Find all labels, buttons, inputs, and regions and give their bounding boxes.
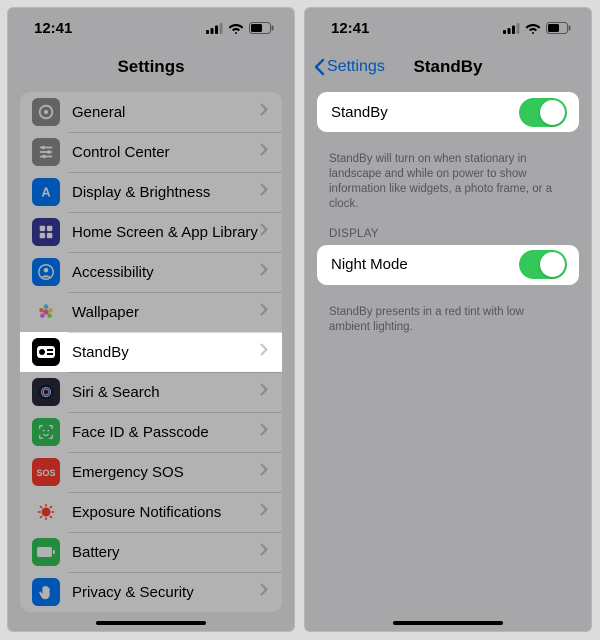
row-label: Privacy & Security (72, 584, 260, 601)
chevron-right-icon (260, 583, 268, 601)
standby-toggle-group: StandBy (317, 92, 579, 132)
display-icon: A (32, 178, 60, 206)
row-label: Battery (72, 544, 260, 561)
nav-bar: Settings StandBy (305, 48, 591, 86)
settings-group-1: General Control Center A Display & Brightne… (20, 92, 282, 612)
nightmode-toggle-row[interactable]: Night Mode (317, 245, 579, 285)
page-title: Settings (117, 57, 184, 77)
nightmode-toggle-group: Night Mode (317, 245, 579, 285)
nightmode-toggle-label: Night Mode (331, 256, 519, 273)
sliders-icon (32, 138, 60, 166)
chevron-right-icon (260, 183, 268, 201)
row-label: Emergency SOS (72, 464, 260, 481)
chevron-right-icon (260, 423, 268, 441)
row-label: Home Screen & App Library (72, 224, 260, 241)
settings-row-battery[interactable]: Battery (20, 532, 282, 572)
chevron-right-icon (260, 223, 268, 241)
status-time: 12:41 (34, 20, 72, 37)
row-label: Display & Brightness (72, 184, 260, 201)
person-icon (32, 258, 60, 286)
standby-icon (32, 338, 60, 366)
standby-toggle-label: StandBy (331, 104, 519, 121)
settings-row-home-screen[interactable]: Home Screen & App Library (20, 212, 282, 252)
settings-row-accessibility[interactable]: Accessibility (20, 252, 282, 292)
home-indicator (393, 621, 503, 625)
chevron-right-icon (260, 463, 268, 481)
chevron-left-icon (313, 58, 325, 76)
svg-text:SOS: SOS (36, 468, 55, 478)
hand-icon (32, 578, 60, 606)
battery-icon (249, 22, 274, 34)
cellular-icon (206, 23, 223, 34)
row-label: Accessibility (72, 264, 260, 281)
standby-screen: 12:41 Settings StandBy StandBy StandBy w… (304, 7, 592, 632)
back-button[interactable]: Settings (313, 58, 385, 76)
chevron-right-icon (260, 343, 268, 361)
settings-row-standby[interactable]: StandBy (20, 332, 282, 372)
row-label: Control Center (72, 144, 260, 161)
settings-row-wallpaper[interactable]: Wallpaper (20, 292, 282, 332)
grid-icon (32, 218, 60, 246)
status-time: 12:41 (331, 20, 369, 37)
chevron-right-icon (260, 543, 268, 561)
chevron-right-icon (260, 263, 268, 281)
chevron-right-icon (260, 303, 268, 321)
standby-toggle-row[interactable]: StandBy (317, 92, 579, 132)
standby-footer: StandBy will turn on when stationary in … (329, 152, 567, 212)
gear-icon (32, 98, 60, 126)
wifi-icon (525, 22, 541, 34)
settings-row-siri[interactable]: Siri & Search (20, 372, 282, 412)
status-bar: 12:41 (305, 8, 591, 48)
siri-icon (32, 378, 60, 406)
row-label: Exposure Notifications (72, 504, 260, 521)
battery-icon (546, 22, 571, 34)
settings-row-sos[interactable]: SOS Emergency SOS (20, 452, 282, 492)
status-bar: 12:41 (8, 8, 294, 48)
nightmode-footer: StandBy presents in a red tint with low … (329, 305, 567, 335)
row-label: StandBy (72, 344, 260, 361)
settings-row-general[interactable]: General (20, 92, 282, 132)
home-indicator (96, 621, 206, 625)
nav-bar: Settings (8, 48, 294, 86)
cellular-icon (503, 23, 520, 34)
status-icons (206, 22, 274, 34)
settings-row-faceid[interactable]: Face ID & Passcode (20, 412, 282, 452)
settings-row-control-center[interactable]: Control Center (20, 132, 282, 172)
row-label: Wallpaper (72, 304, 260, 321)
chevron-right-icon (260, 103, 268, 121)
flower-icon (32, 298, 60, 326)
sos-icon: SOS (32, 458, 60, 486)
svg-text:A: A (41, 186, 50, 200)
row-label: Face ID & Passcode (72, 424, 260, 441)
row-label: Siri & Search (72, 384, 260, 401)
status-icons (503, 22, 571, 34)
row-label: General (72, 104, 260, 121)
chevron-right-icon (260, 383, 268, 401)
faceid-icon (32, 418, 60, 446)
battery-icon (32, 538, 60, 566)
page-title: StandBy (414, 57, 483, 77)
settings-row-exposure[interactable]: Exposure Notifications (20, 492, 282, 532)
standby-toggle[interactable] (519, 98, 567, 127)
virus-icon (32, 498, 60, 526)
back-label: Settings (327, 58, 385, 76)
wifi-icon (228, 22, 244, 34)
nightmode-toggle[interactable] (519, 250, 567, 279)
chevron-right-icon (260, 143, 268, 161)
settings-row-display[interactable]: A Display & Brightness (20, 172, 282, 212)
display-section-header: Display (329, 228, 567, 240)
settings-row-privacy[interactable]: Privacy & Security (20, 572, 282, 612)
settings-screen: 12:41 Settings General Control Center A Dis… (7, 7, 295, 632)
chevron-right-icon (260, 503, 268, 521)
